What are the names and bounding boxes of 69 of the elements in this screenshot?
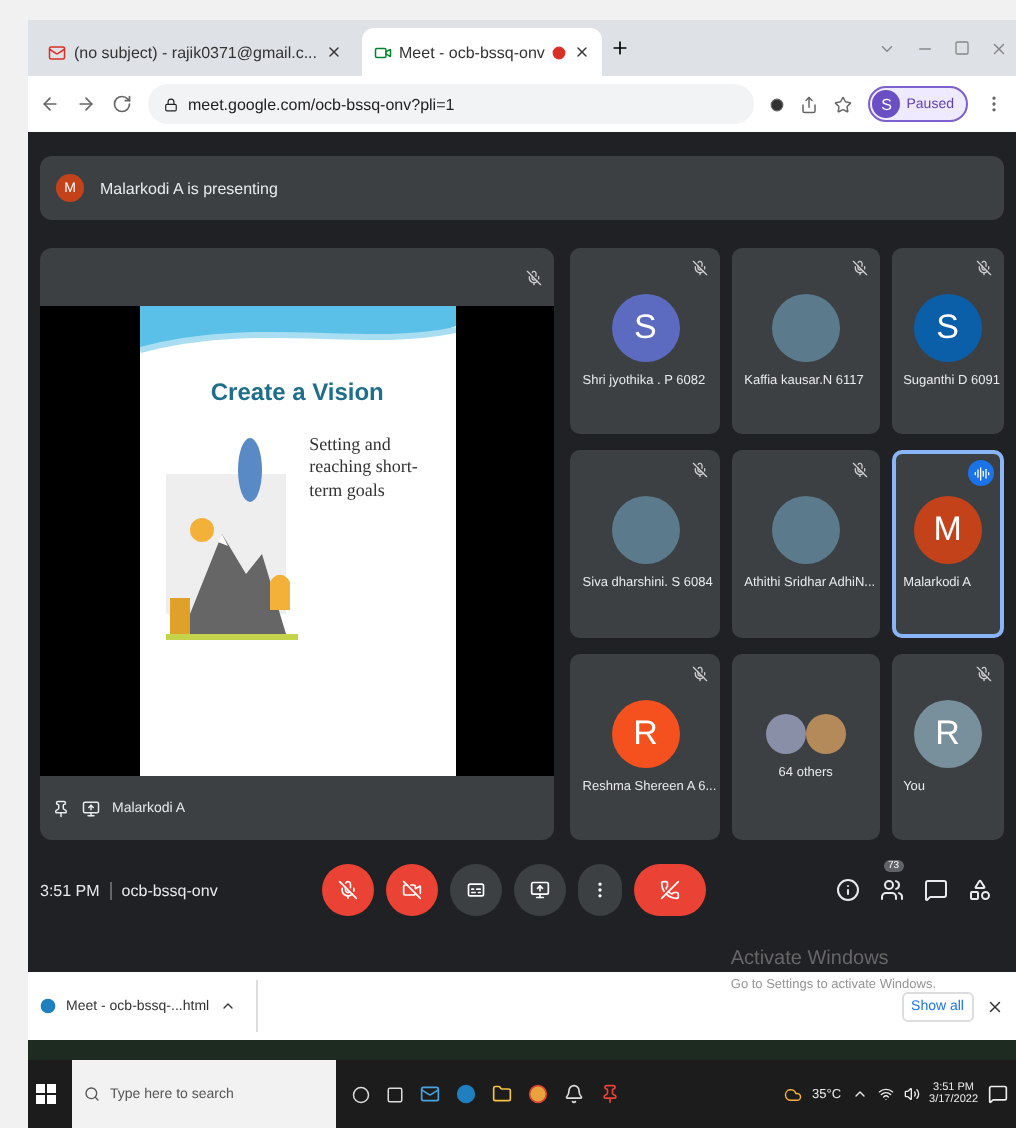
forward-icon[interactable] [76,94,96,114]
tab-title: Meet - ocb-bssq-onv [399,43,545,61]
close-icon[interactable] [325,44,341,60]
caret-icon[interactable] [851,1086,868,1102]
mic-off-icon [337,880,358,900]
close-icon[interactable] [986,997,1004,1015]
avatar-initial: M [933,510,962,551]
photo-placeholder [765,713,806,754]
pin-icon[interactable] [52,799,70,817]
address-field[interactable]: meet.google.com/ocb-bssq-onv?pli=1 [148,84,755,124]
caret-icon [219,998,236,1014]
present-screen-button[interactable] [513,864,566,916]
cortana-icon[interactable] [352,1085,370,1103]
avatar-initial: R [935,713,960,754]
tab-title: (no subject) - rajik0371@gmail.c... [74,43,317,61]
wifi-icon[interactable] [877,1086,894,1102]
captions-icon [465,880,486,900]
folder-icon[interactable] [492,1084,512,1104]
avatar-initial: S [936,308,959,349]
windows-start-icon[interactable] [36,1084,56,1104]
speaking-icon [968,460,994,487]
browser-tab[interactable]: (no subject) - rajik0371@gmail.c... [36,28,353,76]
bookmark-star-icon[interactable] [834,95,853,113]
hang-up-button[interactable] [633,864,706,916]
mic-off-button[interactable] [321,864,374,916]
avatar-initial: R [633,713,658,754]
browser-icon [40,998,56,1014]
activities-icon[interactable] [968,878,992,902]
mail-icon[interactable] [420,1084,440,1104]
profile-avatar: S [872,90,901,118]
meeting-time: 3:51 PM [40,881,100,899]
browser-tab[interactable]: Meet - ocb-bssq-onv [361,28,603,76]
url-text: meet.google.com/ocb-bssq-onv?pli=1 [188,95,455,113]
lock-icon [164,97,178,111]
meeting-code: ocb-bssq-onv [109,881,218,899]
muted-mic-icon [526,269,543,285]
notifications-icon[interactable] [988,1084,1008,1104]
camera-off-button[interactable] [385,864,438,916]
camera-off-icon [401,880,422,900]
search-icon [84,1086,100,1102]
video-icon [373,43,391,61]
weather-icon [784,1085,802,1103]
photo-placeholder [805,713,846,754]
chat-icon[interactable] [924,878,948,902]
people-icon[interactable] [880,878,904,902]
reload-icon[interactable] [112,94,132,114]
browser-icon[interactable] [528,1084,548,1104]
present-screen-icon [529,880,550,900]
slide-title: Create a Vision [210,378,384,406]
photo-placeholder [771,294,840,363]
captions-button[interactable] [449,864,502,916]
photo-placeholder [611,496,680,565]
banner-text: Malarkodi A is presenting [100,179,278,197]
mail-icon [48,43,66,61]
hang-up-icon [659,880,680,900]
record-icon[interactable] [770,97,785,111]
share-icon[interactable] [800,95,819,113]
info-icon[interactable] [836,878,860,902]
photo-placeholder [771,496,840,565]
back-icon[interactable] [40,94,60,114]
activation-title: Activate Windows [730,948,891,970]
new-tab-icon[interactable] [610,38,631,58]
slide-bullet: Setting and reaching short-term goals [309,434,420,504]
present-screen-icon [82,799,100,817]
browser-icon[interactable] [456,1084,476,1104]
task-view-icon[interactable] [386,1085,404,1103]
volume-icon[interactable] [903,1086,920,1102]
avatar-initial: S [634,308,657,349]
close-icon[interactable] [574,44,591,60]
